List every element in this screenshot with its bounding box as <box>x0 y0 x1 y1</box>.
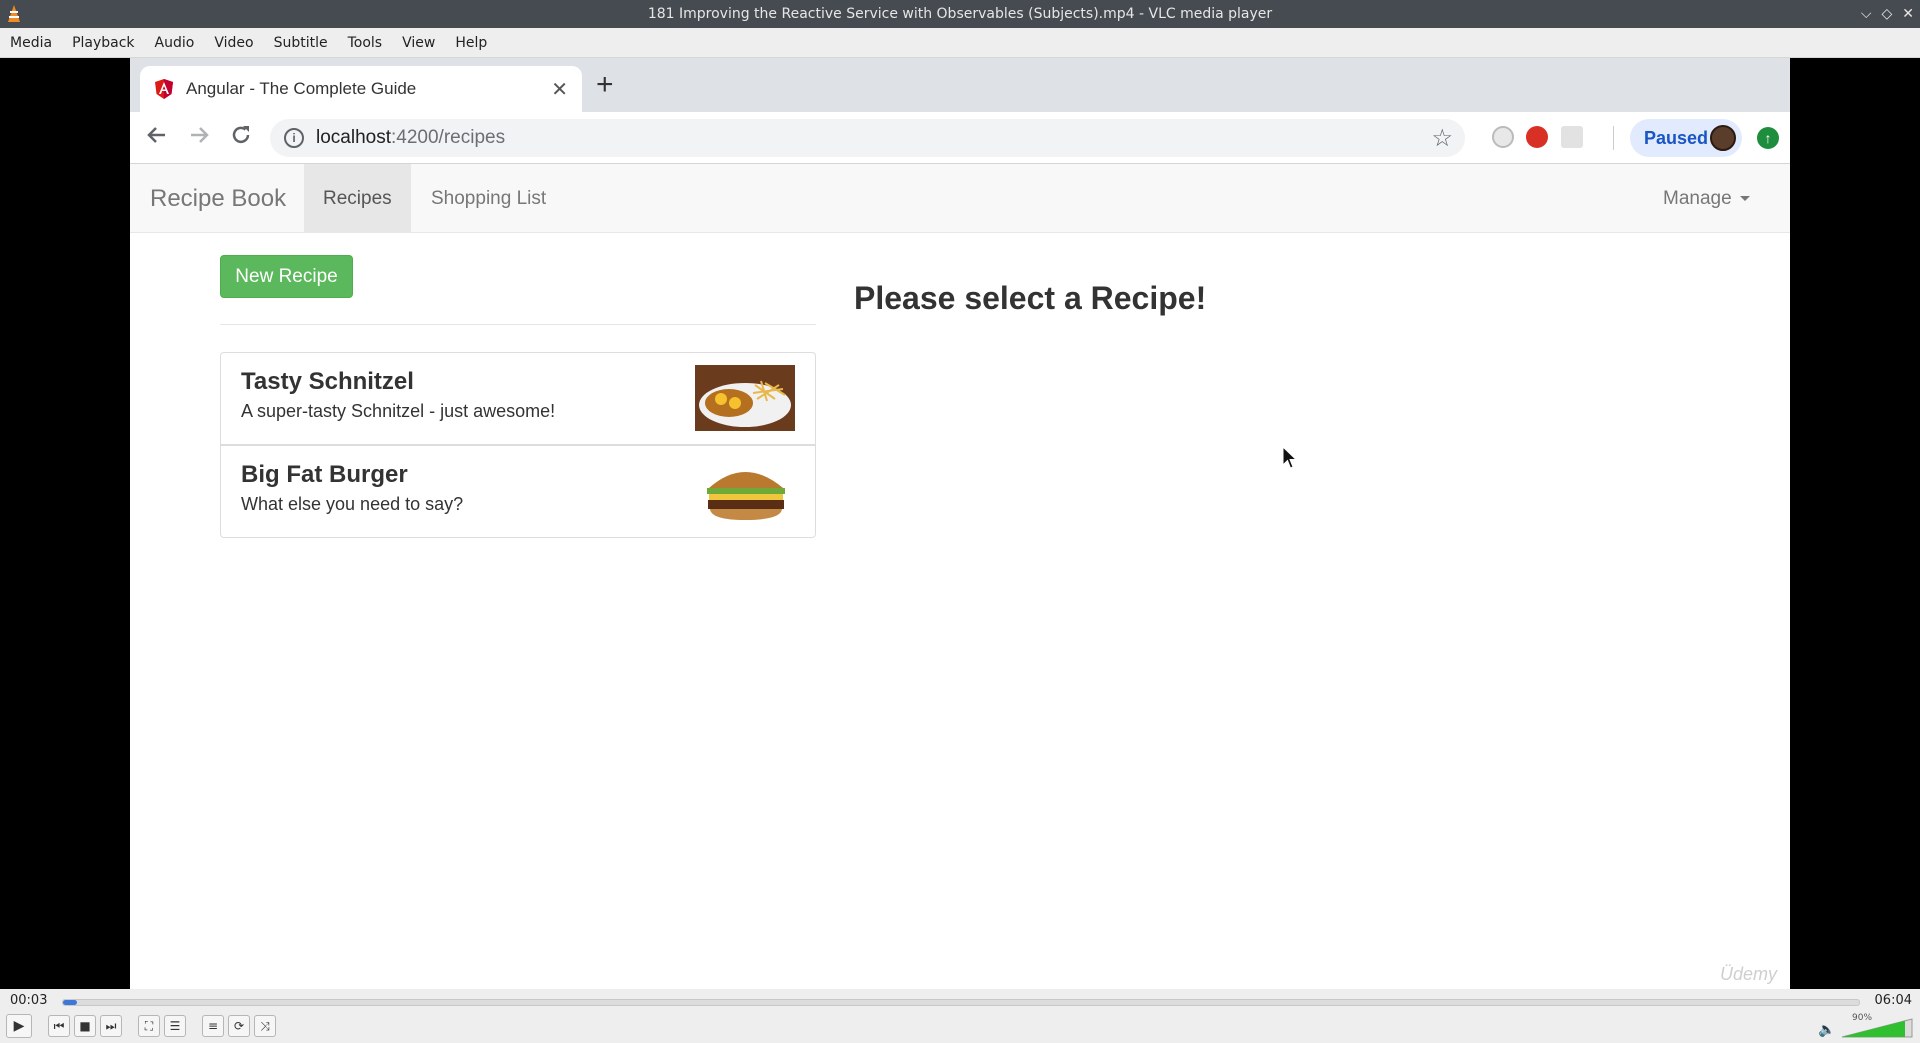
reload-icon[interactable] <box>230 124 252 146</box>
video-frame: Angular - The Complete Guide ✕ + i local… <box>130 58 1790 989</box>
playlist-button[interactable]: ≡ <box>202 1015 224 1037</box>
tab-title: Angular - The Complete Guide <box>186 79 417 98</box>
manage-dropdown[interactable]: Manage <box>1644 164 1769 233</box>
burger-image <box>695 458 795 524</box>
extension-opera-icon[interactable] <box>1526 126 1548 148</box>
menu-video[interactable]: Video <box>204 35 263 51</box>
extension-timer-icon[interactable] <box>1492 126 1514 148</box>
url-host: localhost <box>316 127 391 148</box>
recipe-item-burger[interactable]: Big Fat Burger What else you need to say… <box>220 445 816 538</box>
total-time: 06:04 <box>1874 993 1912 1008</box>
menu-bar: Media Playback Audio Video Subtitle Tool… <box>0 28 1920 58</box>
loop-button[interactable]: ⟳ <box>228 1015 250 1037</box>
address-bar[interactable]: i localhost :4200/recipes ☆ <box>270 119 1465 157</box>
minimize-icon[interactable]: ⌵ <box>1861 6 1872 22</box>
recipe-name: Big Fat Burger <box>241 461 408 488</box>
window-titlebar: 181 Improving the Reactive Service with … <box>0 0 1920 28</box>
player-controls: 00:03 06:04 ▶ ⏮ ■ ⏭ ⛶ ☰ ≡ ⟳ ⤨ 🔈 90% <box>0 989 1920 1043</box>
stop-button[interactable]: ■ <box>74 1015 96 1037</box>
caret-down-icon <box>1739 196 1750 201</box>
toolbar-separator <box>1613 126 1614 150</box>
nav-shopping-list[interactable]: Shopping List <box>412 164 565 233</box>
new-recipe-button[interactable]: New Recipe <box>220 255 353 298</box>
vlc-cone-icon <box>8 5 20 22</box>
tab-close-icon[interactable]: ✕ <box>551 77 568 102</box>
update-arrow-icon[interactable]: ↑ <box>1757 127 1779 149</box>
recipe-name: Tasty Schnitzel <box>241 368 414 395</box>
schnitzel-image <box>695 365 795 431</box>
avatar <box>1710 125 1736 151</box>
extension-grid-icon[interactable] <box>1561 126 1583 148</box>
menu-help[interactable]: Help <box>445 35 497 51</box>
manage-label: Manage <box>1663 187 1732 209</box>
profile-paused-button[interactable]: Paused <box>1630 119 1742 157</box>
browser-tab-strip: Angular - The Complete Guide ✕ + <box>130 58 1790 112</box>
menu-audio[interactable]: Audio <box>145 35 205 51</box>
menu-view[interactable]: View <box>392 35 445 51</box>
recipe-description: A super-tasty Schnitzel - just awesome! <box>241 401 556 421</box>
app-navbar: Recipe Book Recipes Shopping List Manage <box>130 164 1790 233</box>
menu-media[interactable]: Media <box>0 35 62 51</box>
recipe-description: What else you need to say? <box>241 494 464 514</box>
seek-progress <box>63 1000 78 1005</box>
angular-icon <box>155 79 173 99</box>
close-icon[interactable]: ✕ <box>1902 6 1914 22</box>
previous-button[interactable]: ⏮ <box>48 1015 70 1037</box>
play-button[interactable]: ▶ <box>6 1014 32 1038</box>
brand-link[interactable]: Recipe Book <box>150 164 286 233</box>
nav-recipes[interactable]: Recipes <box>304 164 411 233</box>
maximize-icon[interactable]: ◇ <box>1881 6 1892 22</box>
new-tab-icon[interactable]: + <box>596 70 614 100</box>
elapsed-time: 00:03 <box>10 993 48 1008</box>
site-info-icon[interactable]: i <box>284 128 304 148</box>
divider <box>220 324 816 325</box>
menu-playback[interactable]: Playback <box>62 35 144 51</box>
next-button[interactable]: ⏭ <box>100 1015 122 1037</box>
window-title: 181 Improving the Reactive Service with … <box>647 6 1273 22</box>
back-arrow-icon[interactable] <box>146 124 168 146</box>
bookmark-star-icon[interactable]: ☆ <box>1431 124 1453 153</box>
fullscreen-button[interactable]: ⛶ <box>138 1015 160 1037</box>
volume-slider[interactable] <box>1840 1017 1914 1039</box>
mouse-pointer-icon <box>1282 446 1298 469</box>
url-path: :4200/recipes <box>391 127 506 148</box>
browser-toolbar: i localhost :4200/recipes ☆ Paused ↑ <box>130 112 1790 164</box>
recipe-item-schnitzel[interactable]: Tasty Schnitzel A super-tasty Schnitzel … <box>220 352 816 445</box>
forward-arrow-icon[interactable] <box>188 124 210 146</box>
video-area[interactable]: Angular - The Complete Guide ✕ + i local… <box>0 58 1920 989</box>
udemy-watermark: Üdemy <box>1720 964 1778 984</box>
shuffle-button[interactable]: ⤨ <box>254 1015 276 1037</box>
browser-tab[interactable]: Angular - The Complete Guide ✕ <box>140 66 582 112</box>
extended-settings-button[interactable]: ☰ <box>164 1015 186 1037</box>
speaker-icon[interactable]: 🔈 <box>1818 1022 1835 1038</box>
recipe-list: Tasty Schnitzel A super-tasty Schnitzel … <box>220 352 816 538</box>
menu-subtitle[interactable]: Subtitle <box>264 35 338 51</box>
profile-status: Paused <box>1644 127 1709 148</box>
select-recipe-heading: Please select a Recipe! <box>854 280 1207 316</box>
seek-slider[interactable] <box>62 999 1860 1006</box>
menu-tools[interactable]: Tools <box>338 35 393 51</box>
